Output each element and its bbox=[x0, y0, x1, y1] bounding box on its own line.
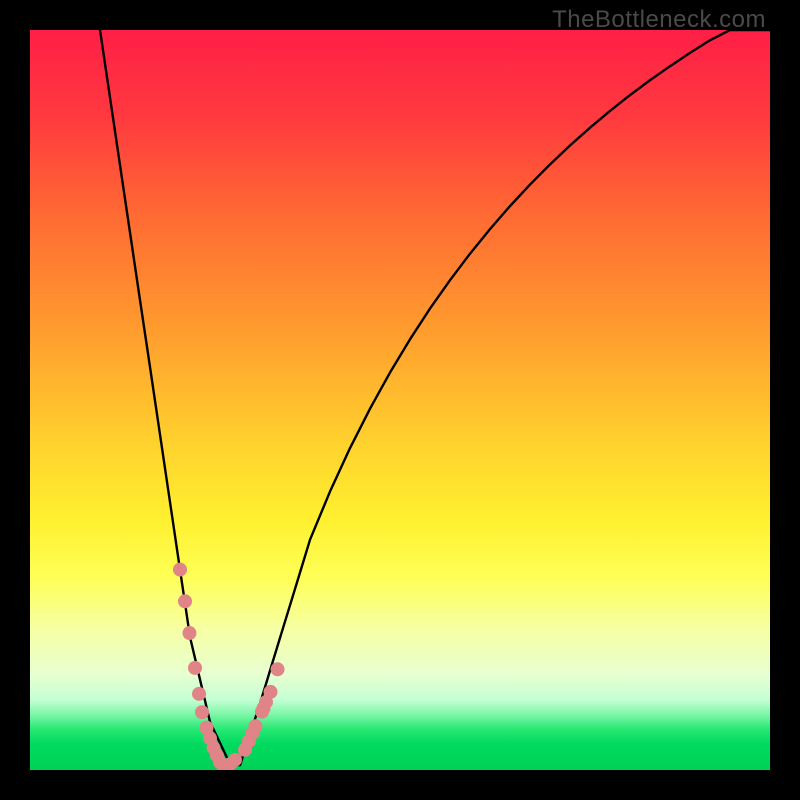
curve-marker bbox=[228, 753, 242, 767]
curve-marker bbox=[264, 685, 278, 699]
curve-marker bbox=[192, 687, 206, 701]
curve-marker bbox=[188, 661, 202, 675]
curve-marker bbox=[173, 563, 187, 577]
plot-area bbox=[30, 30, 770, 770]
bottleneck-curve bbox=[100, 30, 770, 765]
curve-marker bbox=[248, 719, 262, 733]
curve-marker bbox=[271, 662, 285, 676]
curve-marker bbox=[195, 705, 209, 719]
bottleneck-curve-layer bbox=[30, 30, 770, 770]
curve-markers bbox=[173, 563, 285, 770]
watermark-text: TheBottleneck.com bbox=[552, 6, 766, 34]
curve-marker bbox=[178, 594, 192, 608]
curve-marker bbox=[182, 626, 196, 640]
